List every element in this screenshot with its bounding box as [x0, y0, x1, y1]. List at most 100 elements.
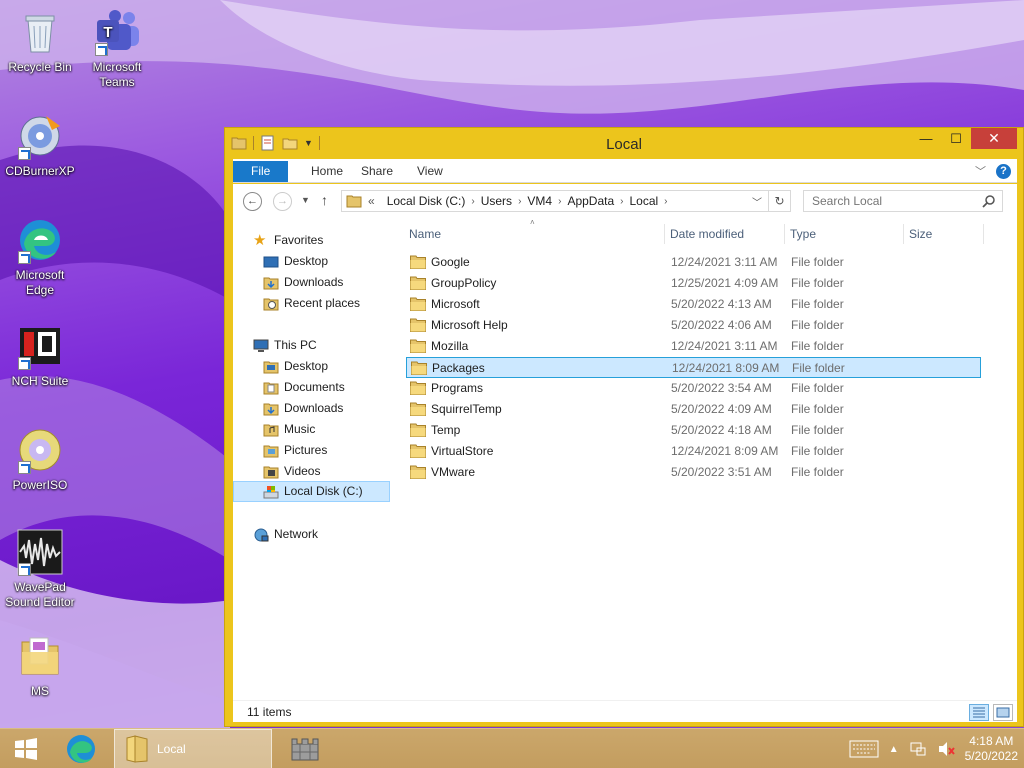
chevron-right-icon[interactable]: › [664, 196, 667, 207]
show-hidden-icons-icon[interactable]: ▲ [889, 744, 899, 755]
nav-pc-desktop[interactable]: Desktop [263, 356, 328, 377]
downloads-icon [263, 277, 279, 289]
file-name: Packages [432, 361, 485, 375]
file-row[interactable]: Programs 5/20/2022 3:54 AM File folder [406, 378, 981, 399]
taskbar-explorer-local[interactable]: Local [114, 729, 272, 768]
file-row[interactable]: Packages 12/24/2021 8:09 AM File folder [406, 357, 981, 378]
desktop-icon-edge[interactable]: Microsoft Edge [0, 216, 80, 298]
column-header-name[interactable]: Name [409, 224, 441, 244]
file-row[interactable]: Microsoft Help 5/20/2022 4:06 AM File fold… [406, 315, 981, 336]
nav-pc-music[interactable]: Music [263, 419, 315, 440]
nav-this-pc[interactable]: This PC [253, 335, 317, 356]
file-name: Microsoft Help [431, 318, 508, 332]
desktop-icon-cdburnerxp[interactable]: CDBurnerXP [0, 112, 80, 179]
file-row[interactable]: Google 12/24/2021 3:11 AM File folder [406, 252, 981, 273]
address-dropdown-icon[interactable]: ﹀ [752, 194, 762, 209]
file-date-modified: 5/20/2022 4:09 AM [671, 402, 772, 416]
file-row[interactable]: GroupPolicy 12/25/2021 4:09 AM File folder [406, 273, 981, 294]
nav-label: Desktop [284, 359, 329, 373]
column-divider[interactable] [784, 224, 785, 244]
nav-pc-documents[interactable]: Documents [263, 377, 345, 398]
help-icon[interactable]: ? [996, 163, 1011, 179]
nav-pc-downloads[interactable]: Downloads [263, 398, 343, 419]
file-row[interactable]: VMware 5/20/2022 3:51 AM File folder [406, 462, 981, 483]
computer-icon [253, 339, 269, 352]
desktop-icon-label: Microsoft Edge [15, 268, 65, 297]
nav-favorites[interactable]: ★ Favorites [253, 230, 323, 251]
column-header-date[interactable]: Date modified [670, 224, 744, 244]
breadcrumb-item[interactable]: Local Disk (C:) [381, 194, 472, 208]
network-status-icon[interactable] [909, 740, 927, 758]
search-input[interactable] [803, 190, 1003, 212]
file-date-modified: 5/20/2022 3:51 AM [671, 465, 772, 479]
refresh-icon[interactable]: ↻ [768, 191, 790, 211]
tab-view[interactable]: View [403, 161, 457, 182]
clock-date: 5/20/2022 [964, 749, 1018, 763]
nav-pc-local-disk[interactable]: Local Disk (C:) [233, 481, 390, 502]
desktop-icon-wavepad[interactable]: WavePad Sound Editor [0, 528, 80, 610]
start-button[interactable] [6, 729, 46, 768]
desktop-icon-poweriso[interactable]: PowerISO [0, 426, 80, 493]
file-row[interactable]: Temp 5/20/2022 4:18 AM File folder [406, 420, 981, 441]
breadcrumb-item[interactable]: Users [475, 194, 518, 208]
file-row[interactable]: SquirrelTemp 5/20/2022 4:09 AM File folder [406, 399, 981, 420]
star-icon: ★ [253, 231, 267, 249]
volume-muted-icon[interactable] [937, 740, 955, 758]
tab-share[interactable]: Share [347, 161, 407, 182]
breadcrumb-item[interactable]: VM4 [521, 194, 558, 208]
file-type: File folder [791, 381, 844, 395]
file-type: File folder [791, 402, 844, 416]
nav-network[interactable]: Network [253, 524, 318, 545]
nav-pc-pictures[interactable]: Pictures [263, 440, 327, 461]
desktop-icon-ms[interactable]: MS [0, 632, 80, 699]
nav-label: Downloads [284, 275, 344, 289]
maximize-button[interactable]: ☐ [941, 128, 971, 149]
nav-favorites-desktop[interactable]: Desktop [263, 251, 328, 272]
forward-button[interactable]: → [273, 192, 292, 211]
shortcut-arrow-icon [95, 43, 108, 56]
nav-favorites-downloads[interactable]: Downloads [263, 272, 343, 293]
touch-keyboard-icon[interactable] [849, 740, 879, 758]
recent-locations-icon[interactable]: ▼ [301, 195, 310, 205]
column-header-type[interactable]: Type [790, 224, 816, 244]
expand-ribbon-icon[interactable]: ﹀ [975, 163, 986, 179]
column-divider[interactable] [903, 224, 904, 244]
details-view-button[interactable] [969, 704, 989, 721]
nav-pc-videos[interactable]: Videos [263, 461, 320, 482]
clock[interactable]: 4:18 AM 5/20/2022 [965, 734, 1018, 764]
file-row[interactable]: VirtualStore 12/24/2021 8:09 AM File folde… [406, 441, 981, 462]
column-divider[interactable] [664, 224, 665, 244]
file-row[interactable]: Microsoft 5/20/2022 4:13 AM File folder [406, 294, 981, 315]
up-arrow-icon[interactable]: ↑ [321, 192, 328, 208]
desktop-icon-recycle-bin[interactable]: Recycle Bin [0, 8, 80, 75]
taskbar-edge[interactable] [58, 729, 104, 768]
title-bar[interactable]: ▼ Local — ☐ ✕ [225, 128, 1023, 158]
file-date-modified: 5/20/2022 4:06 AM [671, 318, 772, 332]
column-divider[interactable] [983, 224, 984, 244]
file-date-modified: 12/24/2021 3:11 AM [671, 339, 778, 353]
ribbon: File Home Share View ﹀ ? [233, 159, 1017, 183]
pictures-icon [263, 445, 279, 457]
folder-icon [263, 361, 279, 373]
breadcrumb-item[interactable]: Local [623, 194, 664, 208]
desktop-icon-nch-suite[interactable]: NCH Suite [0, 322, 80, 389]
nav-favorites-recent-places[interactable]: Recent places [263, 293, 360, 314]
minimize-button[interactable]: — [911, 128, 941, 149]
file-row[interactable]: Mozilla 12/24/2021 3:11 AM File folder [406, 336, 981, 357]
breadcrumb-overflow[interactable]: « [362, 194, 381, 208]
search-icon[interactable] [982, 194, 996, 208]
column-header-size[interactable]: Size [909, 224, 932, 244]
nav-label: Recent places [284, 296, 361, 310]
desktop-icon-teams[interactable]: T Microsoft Teams [77, 8, 157, 90]
large-icons-view-button[interactable] [993, 704, 1013, 721]
address-bar[interactable]: « Local Disk (C:) › Users › VM4 › AppData › … [341, 190, 791, 212]
back-button[interactable]: ← [243, 192, 262, 211]
breadcrumb-item[interactable]: AppData [561, 194, 620, 208]
tab-file[interactable]: File [233, 161, 289, 182]
details-view-icon [973, 707, 985, 718]
close-button[interactable]: ✕ [971, 128, 1017, 149]
navigation-bar: ← → ▼ ↑ « Local Disk (C:) › Users › VM4 › A… [233, 184, 1017, 218]
sort-up-icon: ˄ [530, 218, 535, 227]
documents-icon [263, 382, 279, 394]
taskbar-app[interactable] [282, 729, 328, 768]
